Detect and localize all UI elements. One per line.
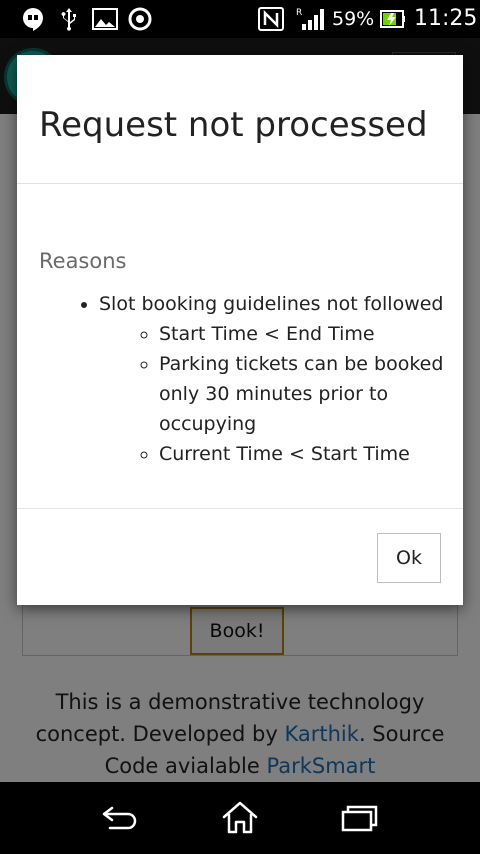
sub-reason: Parking tickets can be booked only 30 mi… — [159, 349, 463, 439]
dialog-title: Request not processed — [39, 105, 428, 145]
status-bar: R 59% 11:25 — [0, 0, 480, 38]
chrome-icon — [128, 7, 152, 31]
home-icon[interactable] — [220, 800, 260, 836]
navigation-bar — [0, 782, 480, 854]
reasons-heading: Reasons — [39, 249, 127, 273]
hangouts-icon — [23, 8, 43, 31]
dialog-header-divider — [17, 183, 463, 184]
svg-text:R: R — [296, 8, 302, 18]
main-reason: Slot booking guidelines not followed Sta… — [99, 289, 463, 469]
battery-percent: 59% — [332, 8, 375, 30]
back-icon[interactable] — [100, 800, 142, 836]
nfc-icon — [258, 7, 284, 31]
sub-reason: Current Time < Start Time — [159, 439, 463, 469]
gallery-icon — [92, 8, 118, 30]
sub-reason: Start Time < End Time — [159, 319, 463, 349]
signal-icon: R — [296, 8, 324, 30]
reasons-list: Slot booking guidelines not followed Sta… — [17, 289, 463, 469]
ok-button[interactable]: Ok — [377, 533, 441, 583]
error-dialog: Request not processed Reasons Slot booki… — [17, 55, 463, 605]
recent-apps-icon[interactable] — [338, 800, 380, 836]
battery-icon — [380, 10, 405, 28]
dialog-footer-divider — [17, 508, 463, 509]
clock: 11:25 — [414, 6, 478, 31]
usb-icon — [61, 8, 76, 31]
main-reason-text: Slot booking guidelines not followed — [99, 293, 444, 315]
